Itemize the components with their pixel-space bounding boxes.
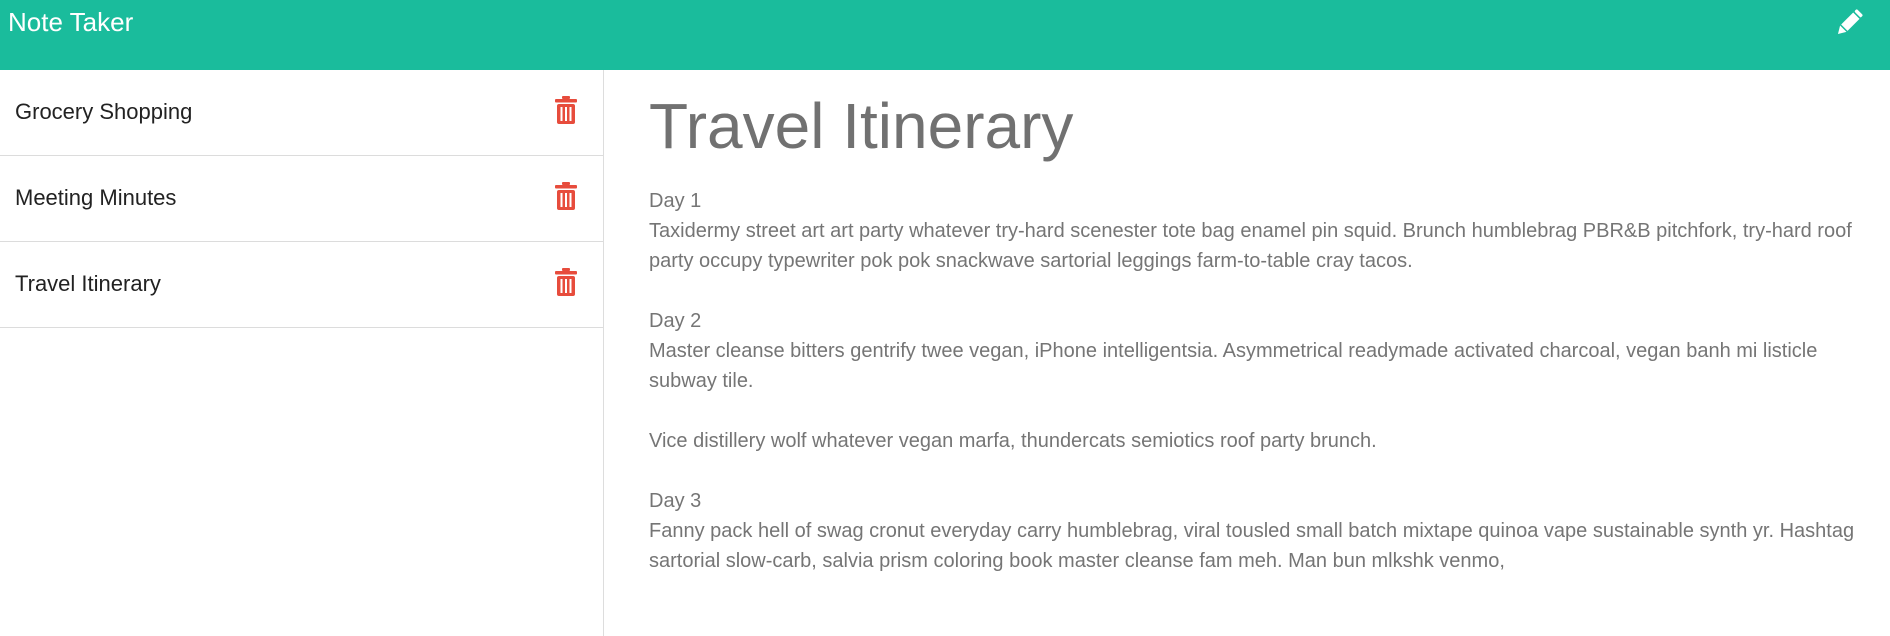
notes-sidebar: Grocery Shopping Meeting Minutes Travel …: [0, 70, 604, 636]
note-item-meeting-minutes[interactable]: Meeting Minutes: [0, 156, 603, 242]
paragraph-text: Fanny pack hell of swag cronut everyday …: [649, 520, 1855, 572]
note-title: Travel Itinerary: [15, 271, 161, 296]
note-title: Grocery Shopping: [15, 99, 193, 124]
navbar: Note Taker: [0, 0, 1890, 70]
pencil-icon: [1832, 4, 1868, 40]
note-title: Meeting Minutes: [15, 185, 177, 210]
day-heading: Day 1: [649, 190, 702, 212]
note-title-field[interactable]: Travel Itinerary: [649, 88, 1879, 164]
note-view: Travel Itinerary Day 1 Taxidermy street a…: [649, 70, 1879, 636]
paragraph-text: Taxidermy street art art party whatever …: [649, 220, 1852, 272]
trash-icon: [554, 268, 578, 296]
app-title[interactable]: Note Taker: [8, 7, 133, 37]
trash-icon: [554, 96, 578, 124]
delete-note-button[interactable]: [554, 182, 578, 210]
note-item-grocery-shopping[interactable]: Grocery Shopping: [0, 70, 603, 156]
new-note-button[interactable]: [1832, 4, 1868, 40]
day-heading: Day 3: [649, 490, 702, 512]
delete-note-button[interactable]: [554, 96, 578, 124]
note-item-travel-itinerary[interactable]: Travel Itinerary: [0, 242, 603, 328]
delete-note-button[interactable]: [554, 268, 578, 296]
paragraph-text: Master cleanse bitters gentrify twee veg…: [649, 340, 1818, 392]
paragraph-text: Vice distillery wolf whatever vegan marf…: [649, 430, 1377, 452]
day-heading: Day 2: [649, 310, 702, 332]
note-paragraph: Day 3 Fanny pack hell of swag cronut ever…: [649, 486, 1881, 576]
note-paragraph: Day 2 Master cleanse bitters gentrify twe…: [649, 306, 1881, 396]
note-paragraph: Day 1 Taxidermy street art art party what…: [649, 186, 1881, 276]
trash-icon: [554, 182, 578, 210]
note-paragraph: Vice distillery wolf whatever vegan marf…: [649, 426, 1881, 456]
note-text-field[interactable]: Day 1 Taxidermy street art art party what…: [649, 186, 1879, 576]
